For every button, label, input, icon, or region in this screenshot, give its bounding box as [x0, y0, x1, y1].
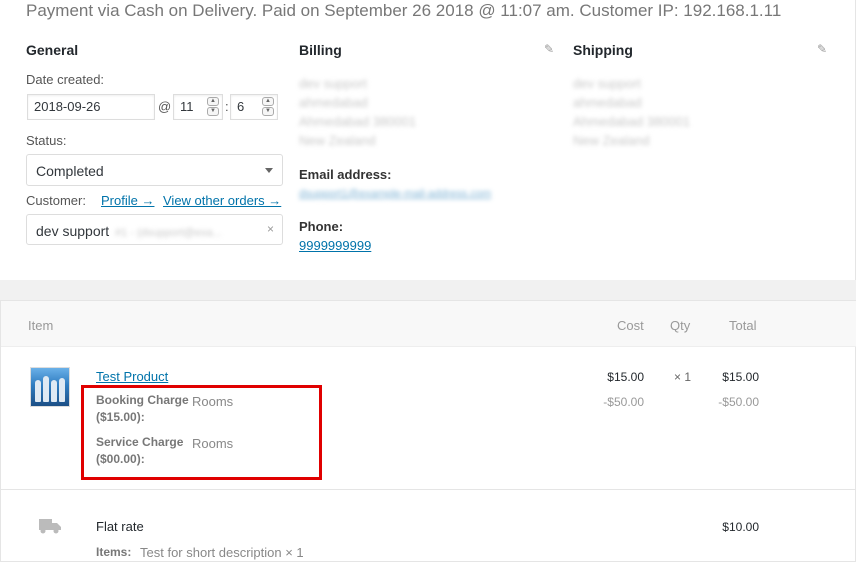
shipping-items-label: Items: — [96, 545, 132, 559]
shipping-heading: Shipping — [573, 42, 633, 58]
cost-column-header[interactable]: Cost — [617, 318, 644, 333]
row-divider — [1, 489, 856, 490]
general-heading: General — [26, 42, 79, 58]
phone-link[interactable]: 9999999999 — [299, 238, 371, 253]
items-table-header: Item Cost Qty Total — [1, 301, 856, 347]
total-column-header[interactable]: Total — [729, 318, 756, 333]
shipping-items-value: Test for short description × 1 — [140, 545, 304, 560]
shipping-address: dev support ahmedabad Ahmedabad 380001 N… — [573, 74, 690, 150]
profile-link[interactable]: Profile → — [101, 193, 154, 208]
hour-input[interactable]: 11 ▲ ▼ — [173, 94, 223, 120]
down-arrow-icon[interactable]: ▼ — [262, 107, 274, 116]
order-details-panel: Payment via Cash on Delivery. Paid on Se… — [0, 0, 856, 280]
status-select[interactable]: Completed — [26, 154, 283, 186]
qty-column-header[interactable]: Qty — [670, 318, 690, 333]
clear-icon[interactable]: × — [267, 222, 274, 236]
chevron-down-icon — [265, 168, 273, 173]
down-arrow-icon[interactable]: ▼ — [207, 107, 219, 116]
hour-spinner[interactable]: ▲ ▼ — [207, 97, 219, 117]
date-created-input[interactable]: 2018-09-26 — [27, 94, 155, 120]
email-link[interactable]: dsupport1@example-mail-address.com — [299, 188, 491, 200]
edit-shipping-icon[interactable]: ✎ — [817, 42, 827, 56]
hour-value: 11 — [180, 99, 194, 114]
address-line: dev support — [299, 76, 367, 91]
item-total: $15.00 — [722, 370, 759, 384]
status-label: Status: — [26, 133, 67, 148]
time-colon: : — [225, 99, 229, 114]
minute-input[interactable]: 6 ▲ ▼ — [230, 94, 278, 120]
billing-heading: Billing — [299, 42, 342, 58]
edit-billing-icon[interactable]: ✎ — [544, 42, 554, 56]
view-other-orders-link[interactable]: View other orders → — [163, 193, 281, 208]
date-created-label: Date created: — [26, 72, 105, 87]
address-line: Ahmedabad 380001 — [573, 114, 691, 129]
customer-hidden-info: #1 - (dsupport@exa... — [115, 227, 222, 239]
phone-label: Phone: — [299, 219, 344, 234]
address-line: dev support — [573, 76, 641, 91]
item-total-adjustment: -$50.00 — [718, 395, 759, 409]
status-value: Completed — [36, 163, 104, 179]
up-arrow-icon[interactable]: ▲ — [262, 97, 274, 106]
item-column-header[interactable]: Item — [28, 318, 53, 333]
email-label: Email address: — [299, 167, 392, 182]
shipping-method-name: Flat rate — [96, 519, 144, 534]
at-sign: @ — [158, 99, 172, 114]
address-line: ahmedabad — [573, 95, 642, 110]
address-line: ahmedabad — [299, 95, 368, 110]
payment-info: Payment via Cash on Delivery. Paid on Se… — [26, 1, 782, 20]
address-line: Ahmedabad 380001 — [299, 114, 417, 129]
billing-address: dev support ahmedabad Ahmedabad 380001 N… — [299, 74, 416, 150]
product-thumbnail[interactable] — [30, 367, 70, 407]
highlight-box — [81, 385, 322, 480]
customer-select[interactable]: dev support #1 - (dsupport@exa... × — [26, 214, 283, 245]
item-qty: × 1 — [673, 370, 691, 384]
item-cost: $15.00 — [607, 370, 644, 384]
address-line: New Zealand — [573, 133, 650, 148]
minute-spinner[interactable]: ▲ ▼ — [262, 97, 274, 117]
minute-value: 6 — [237, 99, 245, 114]
truck-icon — [39, 519, 61, 534]
item-cost-adjustment: -$50.00 — [603, 395, 644, 409]
customer-name: dev support — [36, 223, 110, 239]
product-name-link[interactable]: Test Product — [96, 369, 168, 384]
address-line: New Zealand — [299, 133, 376, 148]
up-arrow-icon[interactable]: ▲ — [207, 97, 219, 106]
shipping-total: $10.00 — [722, 520, 759, 534]
customer-label: Customer: — [26, 193, 86, 208]
